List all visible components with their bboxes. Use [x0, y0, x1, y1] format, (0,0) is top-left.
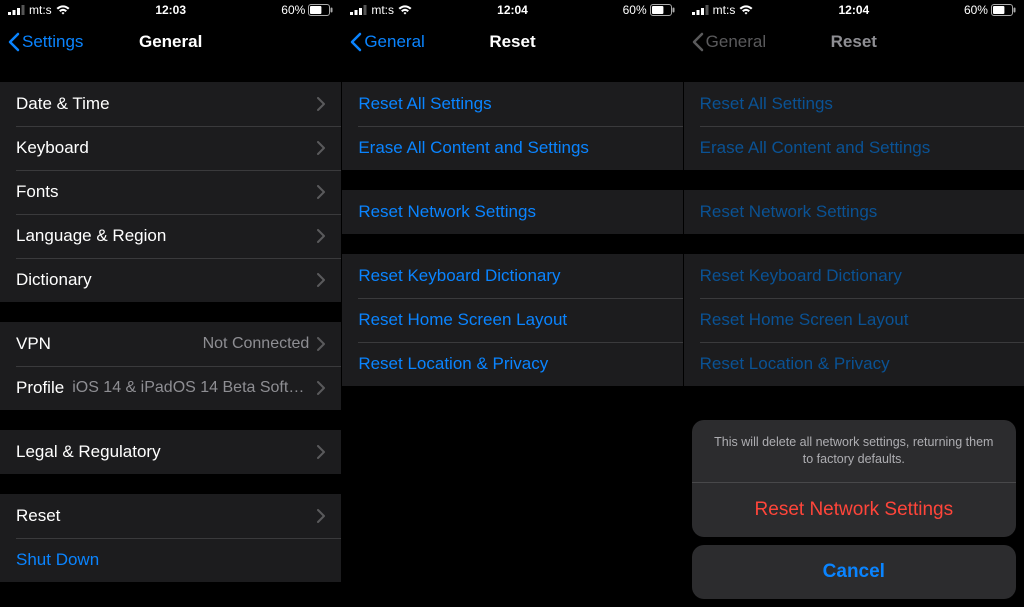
action-sheet-cancel-button[interactable]: Cancel: [692, 545, 1016, 599]
carrier-label: mt:s: [29, 3, 52, 17]
row-reset-all-settings[interactable]: Reset All Settings: [342, 82, 682, 126]
row-language-region[interactable]: Language & Region: [0, 214, 341, 258]
wifi-icon: [56, 5, 70, 15]
chevron-right-icon: [317, 97, 325, 111]
nav-bar: Settings General: [0, 20, 341, 64]
back-label: General: [706, 32, 766, 52]
nav-bar: General Reset: [342, 20, 682, 64]
action-sheet: This will delete all network settings, r…: [692, 420, 1016, 599]
back-label: Settings: [22, 32, 83, 52]
nav-bar: General Reset: [684, 20, 1024, 64]
carrier-label: mt:s: [371, 3, 394, 17]
cell-signal-icon: [8, 5, 25, 15]
group-reset-all: Reset All Settings Erase All Content and…: [684, 82, 1024, 170]
chevron-right-icon: [317, 273, 325, 287]
row-profile-value: iOS 14 & iPadOS 14 Beta Softwar…: [72, 379, 309, 397]
chevron-right-icon: [317, 337, 325, 351]
chevron-right-icon: [317, 141, 325, 155]
action-sheet-panel: This will delete all network settings, r…: [692, 420, 1016, 537]
battery-icon: [991, 4, 1016, 16]
battery-icon: [650, 4, 675, 16]
row-shut-down[interactable]: Shut Down: [0, 538, 341, 582]
settings-general-screen: mt:s 12:03 60% Settings General Date & T…: [0, 0, 341, 607]
wifi-icon: [739, 5, 753, 15]
row-reset-network-settings[interactable]: Reset Network Settings: [342, 190, 682, 234]
back-label: General: [364, 32, 424, 52]
cell-signal-icon: [350, 5, 367, 15]
back-button: General: [692, 32, 766, 52]
status-bar: mt:s 12:04 60%: [684, 0, 1024, 20]
chevron-right-icon: [317, 445, 325, 459]
row-reset[interactable]: Reset: [0, 494, 341, 538]
chevron-right-icon: [317, 509, 325, 523]
row-dictionary[interactable]: Dictionary: [0, 258, 341, 302]
settings-reset-screen-confirm: mt:s 12:04 60% General Reset Reset All S…: [683, 0, 1024, 607]
status-bar: mt:s 12:04 60%: [342, 0, 682, 20]
row-erase-all-content: Erase All Content and Settings: [684, 126, 1024, 170]
row-keyboard[interactable]: Keyboard: [0, 126, 341, 170]
back-button[interactable]: General: [350, 32, 424, 52]
settings-reset-screen: mt:s 12:04 60% General Reset Reset All S…: [341, 0, 682, 607]
group-reset-all: Reset All Settings Erase All Content and…: [342, 82, 682, 170]
battery-percent: 60%: [623, 3, 647, 17]
battery-percent: 60%: [281, 3, 305, 17]
action-sheet-message: This will delete all network settings, r…: [692, 420, 1016, 483]
group-datetime: Date & Time Keyboard Fonts Language & Re…: [0, 82, 341, 302]
chevron-left-icon: [350, 32, 362, 52]
group-vpn-profile: VPNNot Connected ProfileiOS 14 & iPadOS …: [0, 322, 341, 410]
group-reset-shutdown: Reset Shut Down: [0, 494, 341, 582]
action-sheet-cancel-panel: Cancel: [692, 545, 1016, 599]
row-reset-location-privacy[interactable]: Reset Location & Privacy: [342, 342, 682, 386]
action-sheet-destructive-button[interactable]: Reset Network Settings: [692, 483, 1016, 537]
row-reset-location-privacy: Reset Location & Privacy: [684, 342, 1024, 386]
group-reset-network: Reset Network Settings: [684, 190, 1024, 234]
wifi-icon: [398, 5, 412, 15]
group-reset-misc: Reset Keyboard Dictionary Reset Home Scr…: [342, 254, 682, 386]
carrier-label: mt:s: [713, 3, 736, 17]
row-vpn-value: Not Connected: [203, 335, 310, 353]
row-erase-all-content[interactable]: Erase All Content and Settings: [342, 126, 682, 170]
row-date-time[interactable]: Date & Time: [0, 82, 341, 126]
row-reset-keyboard-dictionary[interactable]: Reset Keyboard Dictionary: [342, 254, 682, 298]
row-vpn[interactable]: VPNNot Connected: [0, 322, 341, 366]
chevron-left-icon: [8, 32, 20, 52]
back-button[interactable]: Settings: [8, 32, 83, 52]
row-reset-home-screen-layout: Reset Home Screen Layout: [684, 298, 1024, 342]
group-legal: Legal & Regulatory: [0, 430, 341, 474]
chevron-right-icon: [317, 381, 325, 395]
row-profile[interactable]: ProfileiOS 14 & iPadOS 14 Beta Softwar…: [0, 366, 341, 410]
row-legal-regulatory[interactable]: Legal & Regulatory: [0, 430, 341, 474]
row-fonts[interactable]: Fonts: [0, 170, 341, 214]
group-reset-network: Reset Network Settings: [342, 190, 682, 234]
row-reset-network-settings: Reset Network Settings: [684, 190, 1024, 234]
row-reset-home-screen-layout[interactable]: Reset Home Screen Layout: [342, 298, 682, 342]
chevron-left-icon: [692, 32, 704, 52]
row-reset-keyboard-dictionary: Reset Keyboard Dictionary: [684, 254, 1024, 298]
status-bar: mt:s 12:03 60%: [0, 0, 341, 20]
cell-signal-icon: [692, 5, 709, 15]
row-reset-all-settings: Reset All Settings: [684, 82, 1024, 126]
battery-icon: [308, 4, 333, 16]
chevron-right-icon: [317, 185, 325, 199]
chevron-right-icon: [317, 229, 325, 243]
battery-percent: 60%: [964, 3, 988, 17]
group-reset-misc: Reset Keyboard Dictionary Reset Home Scr…: [684, 254, 1024, 386]
